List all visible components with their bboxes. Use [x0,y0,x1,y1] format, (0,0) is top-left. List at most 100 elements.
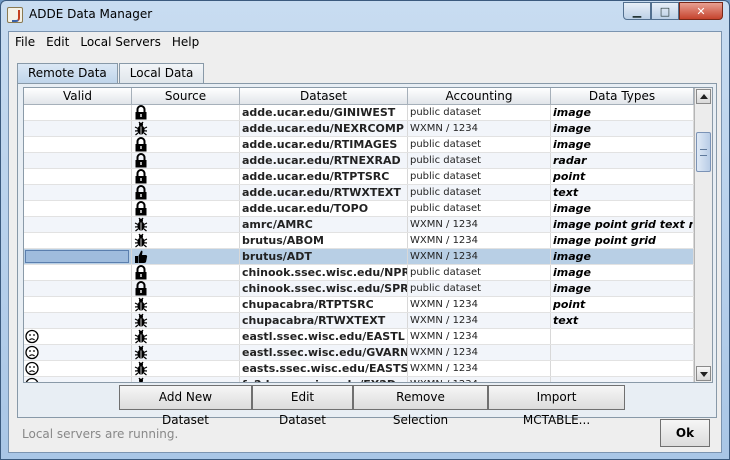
accounting-cell: WXMN / 1234 [408,377,551,382]
data-types-cell: text [551,185,694,200]
import-mctable-button[interactable]: Import MCTABLE... [488,385,625,427]
minimize-button[interactable]: ▁ [623,2,651,20]
source-cell [132,137,240,152]
vertical-scrollbar[interactable] [694,88,712,382]
source-cell [132,297,240,312]
table-row[interactable]: easts.ssec.wisc.edu/EASTS WXMN / 1234 [24,361,694,377]
table-body: adde.ucar.edu/GINIWEST public dataset imag… [24,105,694,382]
data-types-cell: image [551,105,694,120]
dataset-cell: adde.ucar.edu/NEXRCOMP [240,121,408,136]
dataset-cell: adde.ucar.edu/TOPO [240,201,408,216]
scroll-up-button[interactable] [696,89,711,104]
accounting-cell: public dataset [408,169,551,184]
data-types-cell [551,361,694,376]
tab-strip: Remote Data Local Data [17,63,205,85]
dataset-cell: chinook.ssec.wisc.edu/NPRT [242,265,408,280]
menu-edit[interactable]: Edit [42,32,73,54]
accounting-cell: WXMN / 1234 [408,297,551,312]
table-row[interactable]: adde.ucar.edu/GINIWEST public dataset imag… [24,105,694,121]
source-cell [132,329,240,344]
accounting-cell: WXMN / 1234 [408,329,551,344]
data-types-cell: image point grid [551,233,694,248]
source-cell [132,121,240,136]
data-types-cell [551,345,694,360]
table-row[interactable]: adde.ucar.edu/TOPO public dataset image [24,201,694,217]
table-row[interactable]: fv2d.ssec.wisc.edu/FX2DWXMN / 1234 [24,377,694,382]
table-row[interactable]: eastl.ssec.wisc.edu/EASTL WXMN / 1234 [24,329,694,345]
table-row[interactable]: adde.ucar.edu/RTNEXRAD public dataset rada… [24,153,694,169]
tab-local-data[interactable]: Local Data [118,63,205,84]
accounting-cell: public dataset [408,265,551,280]
status-text: Local servers are running. [22,427,179,441]
table-row[interactable]: chinook.ssec.wisc.edu/SPRT public dataset… [24,281,694,297]
table-row[interactable]: adde.ucar.edu/RTIMAGES public dataset imag… [24,137,694,153]
source-cell [132,281,240,296]
data-types-cell: image [551,201,694,216]
table-row[interactable]: chupacabra/RTWXTEXT WXMN / 1234 text [24,313,694,329]
tab-remote-data[interactable]: Remote Data [17,63,118,85]
valid-cell [24,233,132,248]
valid-cell [24,105,132,120]
window-title: ADDE Data Manager [29,7,153,21]
column-header-accounting[interactable]: Accounting [408,88,551,105]
data-types-cell: image [551,265,694,280]
remove-selection-button[interactable]: Remove Selection [353,385,488,427]
ok-button[interactable]: Ok [660,419,710,447]
valid-cell [24,249,132,264]
edit-dataset-button[interactable]: Edit Dataset [252,385,353,427]
dataset-cell: adde.ucar.edu/GINIWEST [240,105,408,120]
data-types-cell: radar [551,153,694,168]
source-cell [132,169,240,184]
table-row[interactable]: amrc/AMRC WXMN / 1234 image point grid tex… [24,217,694,233]
valid-cell [24,185,132,200]
title-bar[interactable]: ADDE Data Manager ▁ □ ✕ [1,1,729,29]
table-row[interactable]: eastl.ssec.wisc.edu/GVARN... WXMN / 1234 [24,345,694,361]
scroll-down-button[interactable] [696,366,711,381]
maximize-button[interactable]: □ [651,2,679,20]
accounting-cell: WXMN / 1234 [408,233,551,248]
valid-cell [24,201,132,216]
menu-file[interactable]: File [11,32,39,54]
valid-cell [24,169,132,184]
valid-cell [24,265,132,280]
valid-cell [24,329,132,344]
column-header-dataset[interactable]: Dataset [240,88,408,105]
data-types-cell: image [551,137,694,152]
accounting-cell: public dataset [408,137,551,152]
window-controls: ▁ □ ✕ [623,2,723,20]
table-row[interactable]: adde.ucar.edu/NEXRCOMP WXMN / 1234 image [24,121,694,137]
dataset-cell: eastl.ssec.wisc.edu/GVARN... [242,345,408,360]
menu-local-servers[interactable]: Local Servers [76,32,165,54]
java-app-icon [7,7,23,23]
column-header-source[interactable]: Source [132,88,240,105]
maximize-icon: □ [659,4,671,18]
table-row[interactable]: chinook.ssec.wisc.edu/NPRT public dataset… [24,265,694,281]
dataset-cell: adde.ucar.edu/RTPTSRC [240,169,408,184]
table-row[interactable]: adde.ucar.edu/RTWXTEXT public dataset text [24,185,694,201]
add-new-dataset-button[interactable]: Add New Dataset [119,385,252,427]
data-types-cell [551,377,694,382]
column-header-valid[interactable]: Valid [24,88,132,105]
accounting-cell: WXMN / 1234 [408,121,551,136]
valid-cell-focus [25,250,129,263]
source-cell [132,361,240,376]
scroll-thumb[interactable] [696,132,711,172]
column-header-data-types[interactable]: Data Types [551,88,694,105]
source-cell [132,249,240,264]
accounting-cell: WXMN / 1234 [408,313,551,328]
table-row[interactable]: brutus/ADT WXMN / 1234 image [24,249,694,265]
accounting-cell: public dataset [408,105,551,120]
dataset-cell: adde.ucar.edu/RTNEXRAD [240,153,408,168]
table-row[interactable]: adde.ucar.edu/RTPTSRC public dataset point [24,169,694,185]
table-row[interactable]: chupacabra/RTPTSRC WXMN / 1234 point [24,297,694,313]
menu-help[interactable]: Help [168,32,203,54]
adde-data-manager-window: ADDE Data Manager ▁ □ ✕ File Edit Local … [0,0,730,460]
menu-bar: File Edit Local Servers Help [9,32,721,54]
data-types-cell: text [551,313,694,328]
close-button[interactable]: ✕ [679,2,723,20]
close-icon: ✕ [696,4,706,18]
table-row[interactable]: brutus/ABOM WXMN / 1234 image point grid [24,233,694,249]
valid-cell [24,297,132,312]
valid-cell [24,137,132,152]
datasets-table: Valid Source Dataset Accounting Data Typ… [23,87,713,383]
